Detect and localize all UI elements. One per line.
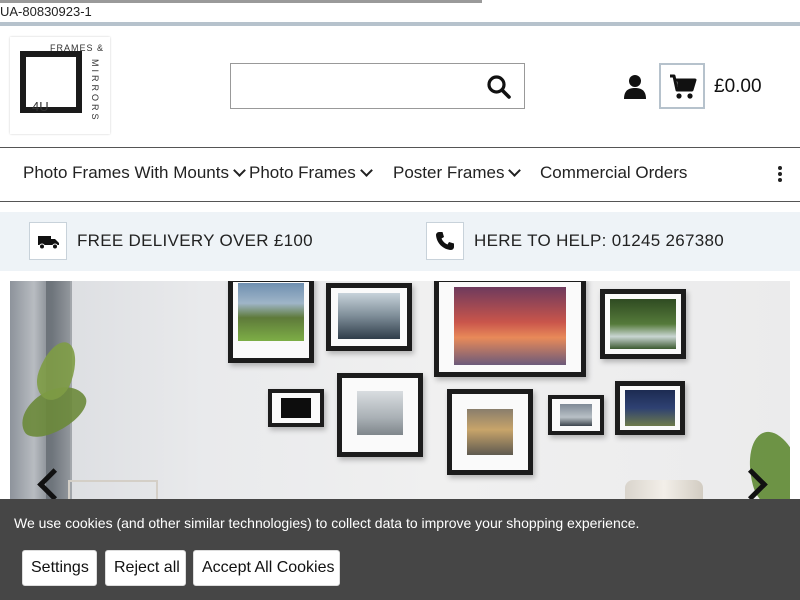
nav-item-photo-frames-with-mounts[interactable]: Photo Frames With Mounts <box>23 163 246 183</box>
tracking-code: UA-80830923-1 <box>0 4 92 19</box>
nav-item-label: Commercial Orders <box>540 163 688 182</box>
hero-frame <box>600 289 686 359</box>
site-logo[interactable]: FRAMES & MIRRORS 4U <box>10 37 110 134</box>
hero-frame <box>615 381 685 435</box>
nav-item-label: Photo Frames With Mounts <box>23 163 229 182</box>
logo-mark: 4U <box>32 99 49 114</box>
phone-icon-box <box>426 222 464 260</box>
nav-item-poster-frames[interactable]: Poster Frames <box>393 163 522 183</box>
tracking-code-bar: UA-80830923-1 <box>0 0 800 22</box>
delivery-icon-box <box>29 222 67 260</box>
hero-frame <box>228 281 314 363</box>
main-navigation: Photo Frames With Mounts Photo Frames Po… <box>0 147 800 202</box>
search-button[interactable] <box>486 74 512 100</box>
hero-frame <box>268 389 324 427</box>
nav-item-commercial-orders[interactable]: Commercial Orders <box>540 163 687 183</box>
accept-all-cookies-button[interactable]: Accept All Cookies <box>193 550 340 586</box>
search-input[interactable] <box>231 64 471 108</box>
cookie-message: We use cookies (and other similar techno… <box>14 515 640 531</box>
chevron-down-icon <box>233 164 246 177</box>
phone-icon <box>436 232 454 250</box>
hero-frame <box>434 281 586 377</box>
logo-square <box>20 51 82 113</box>
free-delivery-text: FREE DELIVERY OVER £100 <box>77 231 313 250</box>
cart-total[interactable]: £0.00 <box>714 76 762 98</box>
header-top-rule <box>0 22 800 26</box>
search-box <box>230 63 525 109</box>
account-button[interactable] <box>622 74 648 100</box>
hero-frame <box>337 373 423 457</box>
logo-text-mirrors: MIRRORS <box>90 59 100 123</box>
reject-all-button[interactable]: Reject all <box>105 550 186 586</box>
cart-button[interactable] <box>659 63 705 109</box>
hero-frame <box>548 395 604 435</box>
cart-icon <box>670 74 697 99</box>
nav-item-label: Poster Frames <box>393 163 505 182</box>
hero-frame <box>447 389 533 475</box>
hero-frame <box>326 283 412 351</box>
nav-item-photo-frames[interactable]: Photo Frames <box>249 163 373 183</box>
info-bar: FREE DELIVERY OVER £100 HERE TO HELP: 01… <box>0 212 800 271</box>
cookie-settings-button[interactable]: Settings <box>22 550 97 586</box>
help-phone-text[interactable]: HERE TO HELP: 01245 267380 <box>474 231 724 251</box>
search-icon <box>487 75 511 99</box>
cookie-banner: We use cookies (and other similar techno… <box>0 499 800 600</box>
logo-text-frames: FRAMES & <box>50 43 105 53</box>
chevron-down-icon <box>359 164 373 177</box>
truck-icon <box>38 236 59 250</box>
vertical-dots-icon[interactable] <box>778 166 782 184</box>
nav-item-label: Photo Frames <box>249 163 356 182</box>
chevron-down-icon <box>508 164 522 177</box>
user-icon <box>624 75 646 99</box>
progress-line <box>0 0 482 3</box>
